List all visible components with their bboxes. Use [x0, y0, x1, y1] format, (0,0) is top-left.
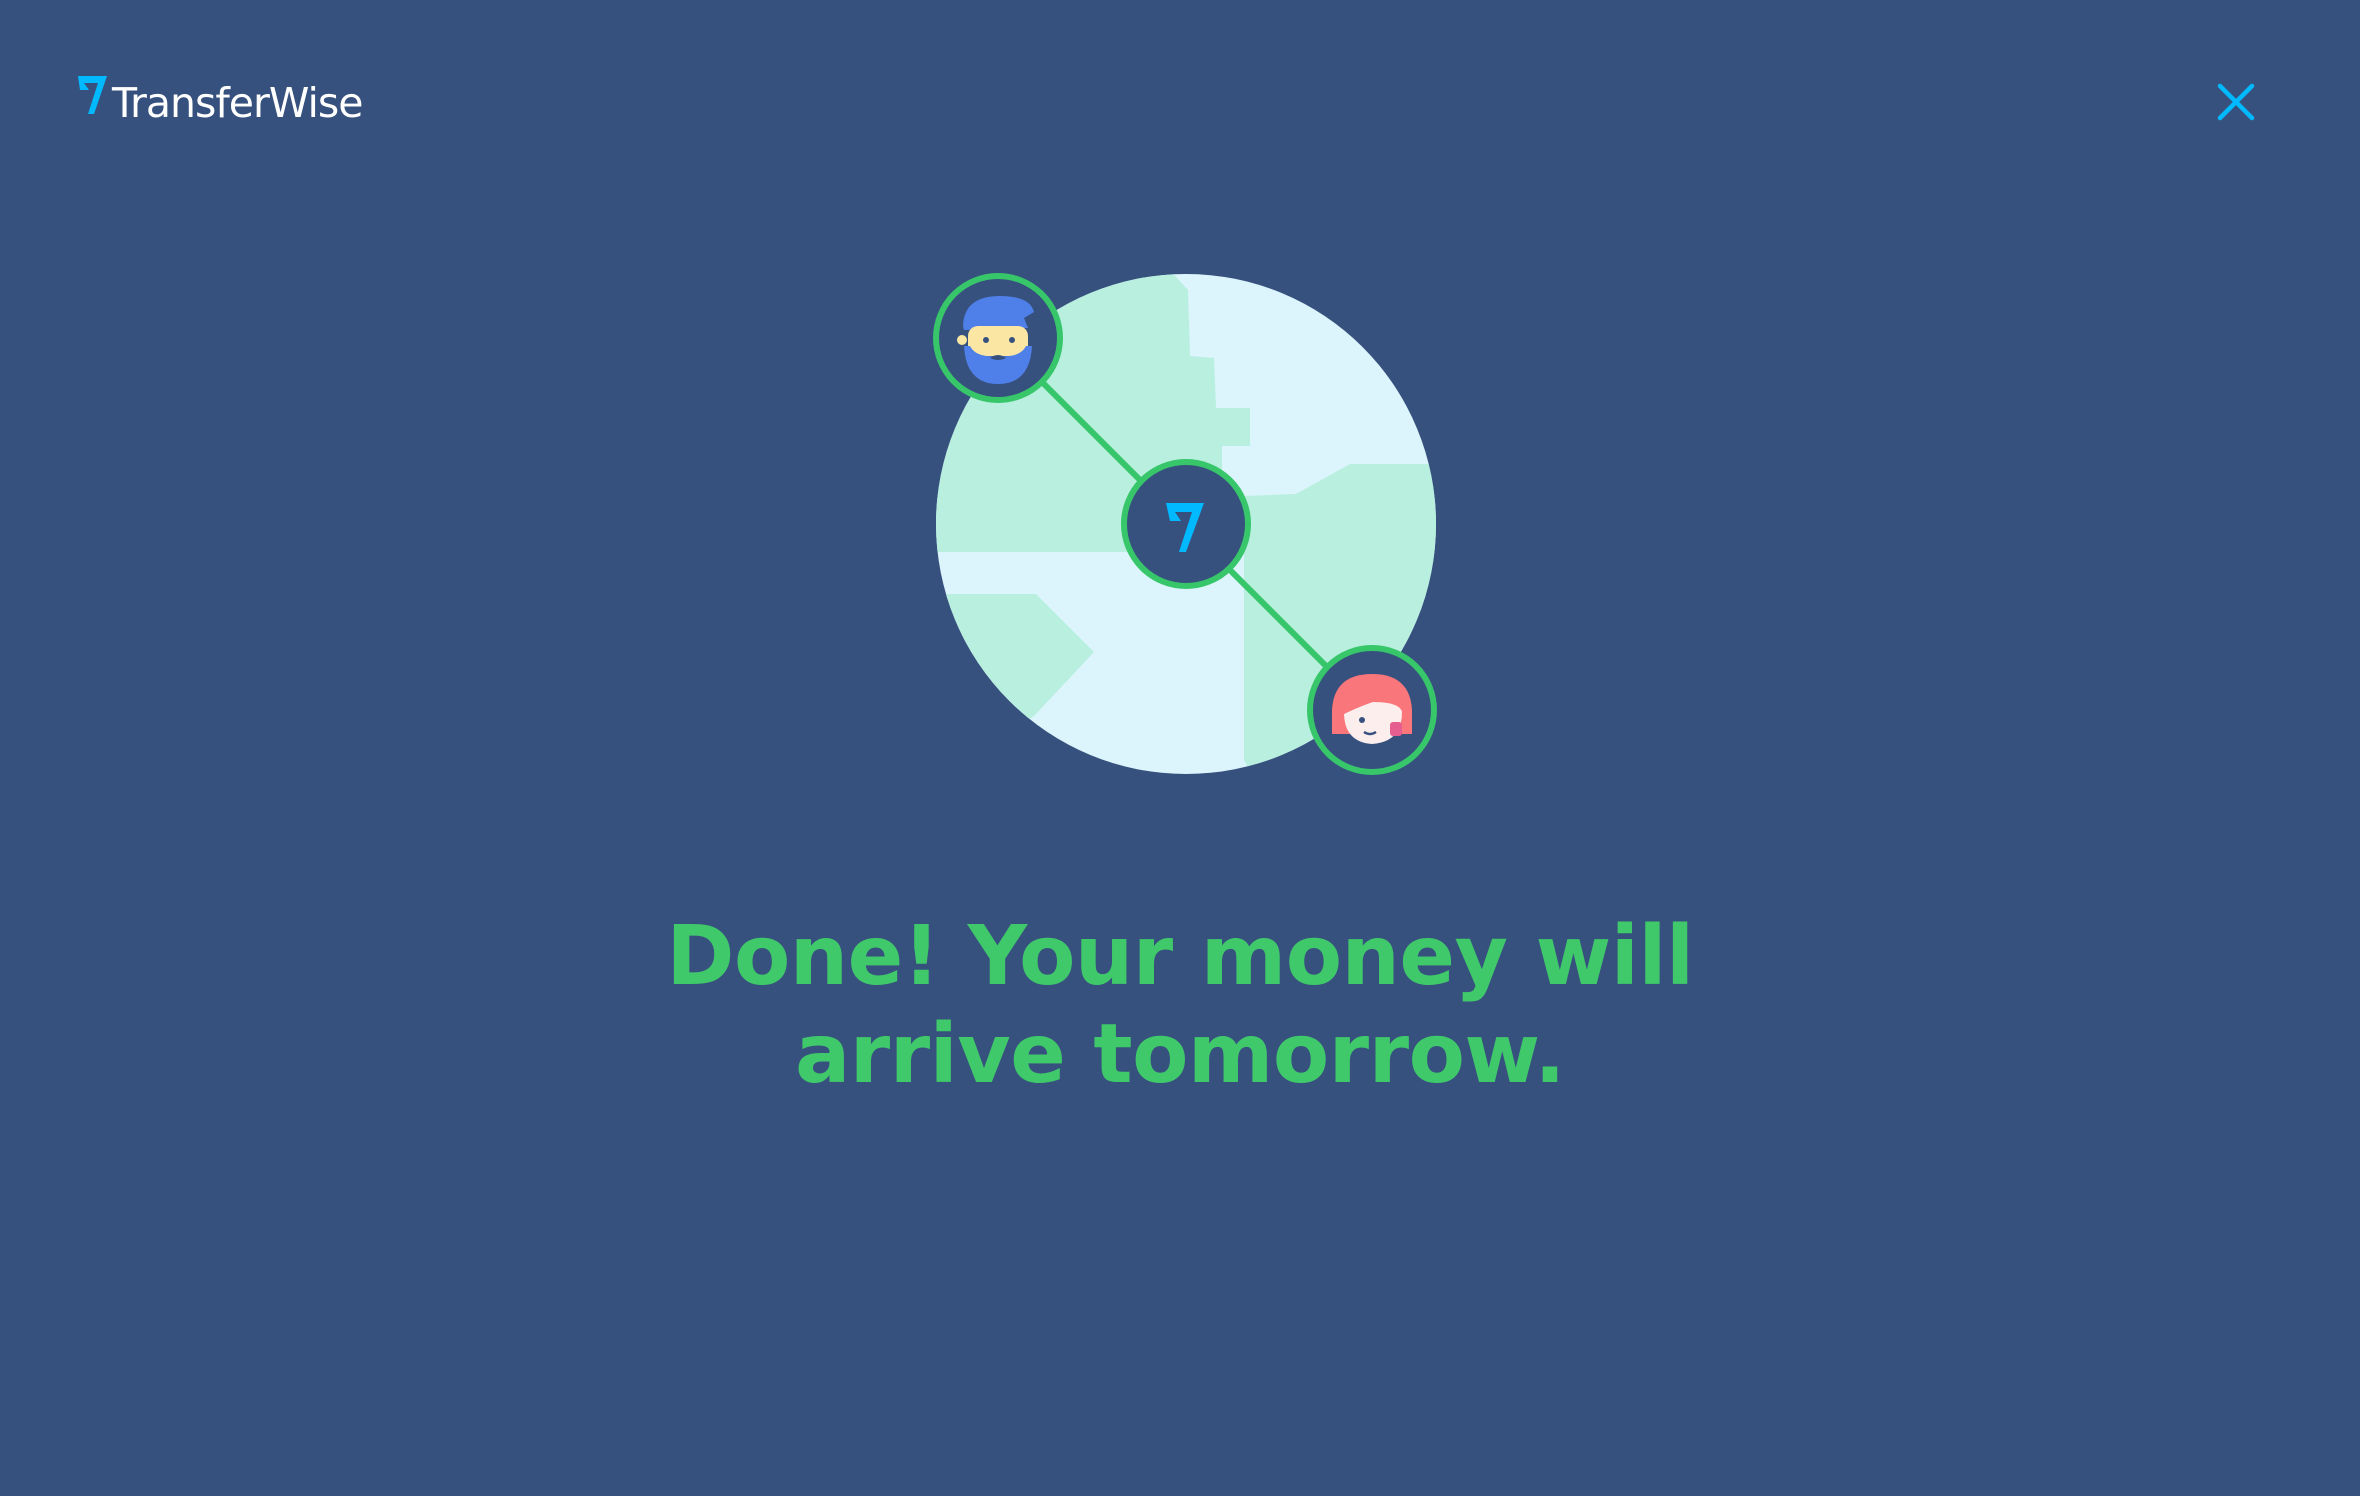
brand-name: TransferWise	[112, 79, 363, 127]
money-transfer-illustration	[933, 273, 1437, 775]
success-message-line-2: arrive tomorrow.	[794, 1007, 1566, 1102]
close-icon	[2217, 83, 2255, 121]
success-message: Done! Your money will arrive tomorrow.	[0, 908, 2360, 1104]
red-haired-woman-avatar-icon	[1307, 645, 1437, 775]
success-message-line-1: Done! Your money will	[666, 909, 1694, 1004]
transfer-complete-screen: TransferWise Done! Your money will arriv…	[0, 0, 2360, 1496]
transferwise-hub-icon	[1121, 459, 1251, 589]
transferwise-flag-icon	[78, 76, 107, 114]
close-button[interactable]	[2214, 80, 2258, 124]
transferwise-logo: TransferWise	[74, 64, 363, 127]
bearded-man-avatar-icon	[933, 273, 1063, 403]
